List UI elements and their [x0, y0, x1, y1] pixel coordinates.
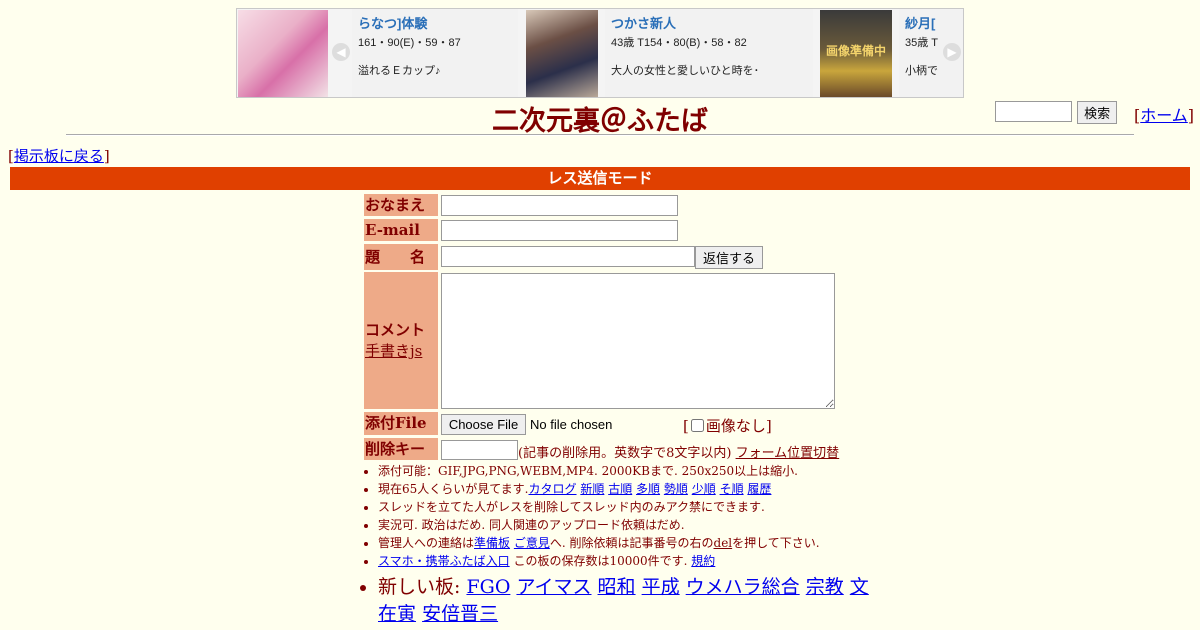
- feedback-link[interactable]: ご意見: [514, 536, 550, 550]
- contact-text-3: を押して下さい.: [732, 536, 820, 550]
- ad-banner[interactable]: ◀ らなつ]体験 161・90(E)・59・87 溢れるＥカップ♪ つかさ新人 …: [236, 8, 964, 98]
- no-image-label: 画像なし: [705, 417, 766, 435]
- delete-key-input[interactable]: [441, 440, 518, 460]
- board-link-showa[interactable]: 昭和: [598, 576, 636, 598]
- ad-name: 紗月[: [905, 16, 936, 31]
- search-form: 検索: [995, 101, 1118, 124]
- note-thread-ban: スレッドを立てた人がレスを削除してスレッド内のみアク禁にできます.: [378, 498, 880, 516]
- del-link[interactable]: del: [714, 536, 733, 550]
- name-label: おなまえ: [364, 194, 438, 216]
- ad-meta: 161・90(E)・59・87: [358, 37, 461, 49]
- divider: [66, 134, 1134, 136]
- viewer-count: 現在65人くらいが見てます.: [378, 482, 529, 496]
- note-rules: 実況可. 政治はだめ. 同人関連のアップロード依頼はだめ.: [378, 516, 880, 534]
- new-boards-label: 新しい板:: [378, 576, 467, 598]
- subject-label: 題 名: [364, 244, 438, 270]
- form-position-toggle[interactable]: フォーム位置切替: [736, 446, 840, 461]
- note-viewers: 現在65人くらいが見てます.カタログ 新順 古順 多順 勢順 少順 そ順 履歴: [378, 480, 880, 498]
- note-new-boards: 新しい板: FGO アイマス 昭和 平成 ウメハラ総合 宗教 文在寅 安倍晋三: [378, 574, 880, 628]
- file-status: No file chosen: [530, 417, 613, 432]
- note-attachments: 添付可能：GIF,JPG,PNG,WEBM,MP4. 2000KBまで. 250…: [378, 462, 880, 480]
- email-input[interactable]: [441, 220, 678, 241]
- comment-label-cell: コメント 手書きjs: [364, 272, 438, 409]
- reply-mode-bar: レス送信モード: [10, 167, 1190, 190]
- back-link-wrapper: [掲示板に戻る]: [8, 147, 110, 165]
- arrow-right-icon[interactable]: ▶: [943, 43, 961, 61]
- ad-meta: 43歳 T154・80(B)・58・82: [611, 37, 747, 49]
- ad-item[interactable]: つかさ新人 43歳 T154・80(B)・58・82 大人の女性と愛しいひと時を…: [605, 9, 813, 97]
- board-link-imas[interactable]: アイマス: [516, 576, 591, 598]
- no-image-option: [画像なし]: [683, 417, 772, 435]
- delete-key-label: 削除キー: [364, 438, 438, 460]
- search-input[interactable]: [995, 101, 1072, 122]
- sort-momentum-link[interactable]: 勢順: [664, 482, 688, 496]
- history-link[interactable]: 履歴: [747, 482, 771, 496]
- ad-thumbnail[interactable]: 画像準備中: [820, 10, 892, 97]
- choose-file-button[interactable]: Choose File: [441, 414, 526, 435]
- submit-button[interactable]: 返信する: [695, 246, 763, 269]
- subject-input[interactable]: [441, 246, 695, 267]
- sort-so-link[interactable]: そ順: [720, 482, 744, 496]
- ad-name: つかさ新人: [611, 16, 677, 31]
- board-link-fgo[interactable]: FGO: [466, 576, 510, 598]
- board-link-umehara[interactable]: ウメハラ総合: [686, 576, 800, 598]
- tegaki-link[interactable]: 手書きjs: [365, 342, 422, 360]
- comment-textarea[interactable]: [441, 273, 835, 409]
- ad-thumbnail[interactable]: [526, 10, 598, 97]
- back-to-board-link[interactable]: 掲示板に戻る: [14, 147, 104, 165]
- catalog-link[interactable]: カタログ: [529, 482, 577, 496]
- sort-new-link[interactable]: 新順: [580, 482, 604, 496]
- ad-catch: 溢れるＥカップ♪: [358, 65, 441, 77]
- board-link-abe[interactable]: 安倍晋三: [422, 603, 498, 625]
- contact-text-2: へ. 削除依頼は記事番号の右の: [549, 536, 714, 550]
- sort-few-link[interactable]: 少順: [692, 482, 716, 496]
- terms-link[interactable]: 規約: [691, 554, 715, 568]
- name-input[interactable]: [441, 195, 678, 216]
- ad-catch: 小柄で: [905, 65, 938, 77]
- delete-key-note: (記事の削除用。英数字で8文字以内): [518, 446, 732, 461]
- sort-many-link[interactable]: 多順: [636, 482, 660, 496]
- mobile-entrance-link[interactable]: スマホ・携帯ふたば入口: [378, 554, 510, 568]
- no-image-checkbox[interactable]: [690, 419, 704, 432]
- board-link-religion[interactable]: 宗教: [806, 576, 844, 598]
- notes-list: 添付可能：GIF,JPG,PNG,WEBM,MP4. 2000KBまで. 250…: [360, 462, 880, 628]
- delete-key-note-wrapper: (記事の削除用。英数字で8文字以内) フォーム位置切替: [518, 442, 839, 461]
- storage-count-text: この板の保存数は10000件です.: [509, 554, 688, 568]
- ad-item[interactable]: らなつ]体験 161・90(E)・59・87 溢れるＥカップ♪: [352, 9, 518, 97]
- junbi-board-link[interactable]: 準備板: [474, 536, 510, 550]
- board-link-heisei[interactable]: 平成: [642, 576, 680, 598]
- search-button[interactable]: 検索: [1077, 101, 1118, 124]
- ad-catch: 大人の女性と愛しいひと時を･: [611, 65, 760, 77]
- ad-thumbnail[interactable]: [238, 10, 328, 97]
- ad-badge: 画像準備中: [825, 44, 886, 58]
- home-link[interactable]: ホーム: [1140, 106, 1188, 125]
- note-contact: 管理人への連絡は準備板 ご意見へ. 削除依頼は記事番号の右のdelを押して下さい…: [378, 534, 880, 552]
- note-mobile: スマホ・携帯ふたば入口 この板の保存数は10000件です. 規約: [378, 552, 880, 570]
- email-label: E-mail: [364, 219, 438, 241]
- comment-label: コメント: [365, 321, 426, 339]
- contact-text: 管理人への連絡は: [378, 536, 475, 550]
- ad-name: らなつ]体験: [358, 16, 428, 31]
- file-label: 添付File: [364, 412, 438, 435]
- sort-old-link[interactable]: 古順: [608, 482, 632, 496]
- home-link-wrapper: [ホーム]: [1134, 106, 1195, 125]
- arrow-left-icon[interactable]: ◀: [332, 43, 350, 61]
